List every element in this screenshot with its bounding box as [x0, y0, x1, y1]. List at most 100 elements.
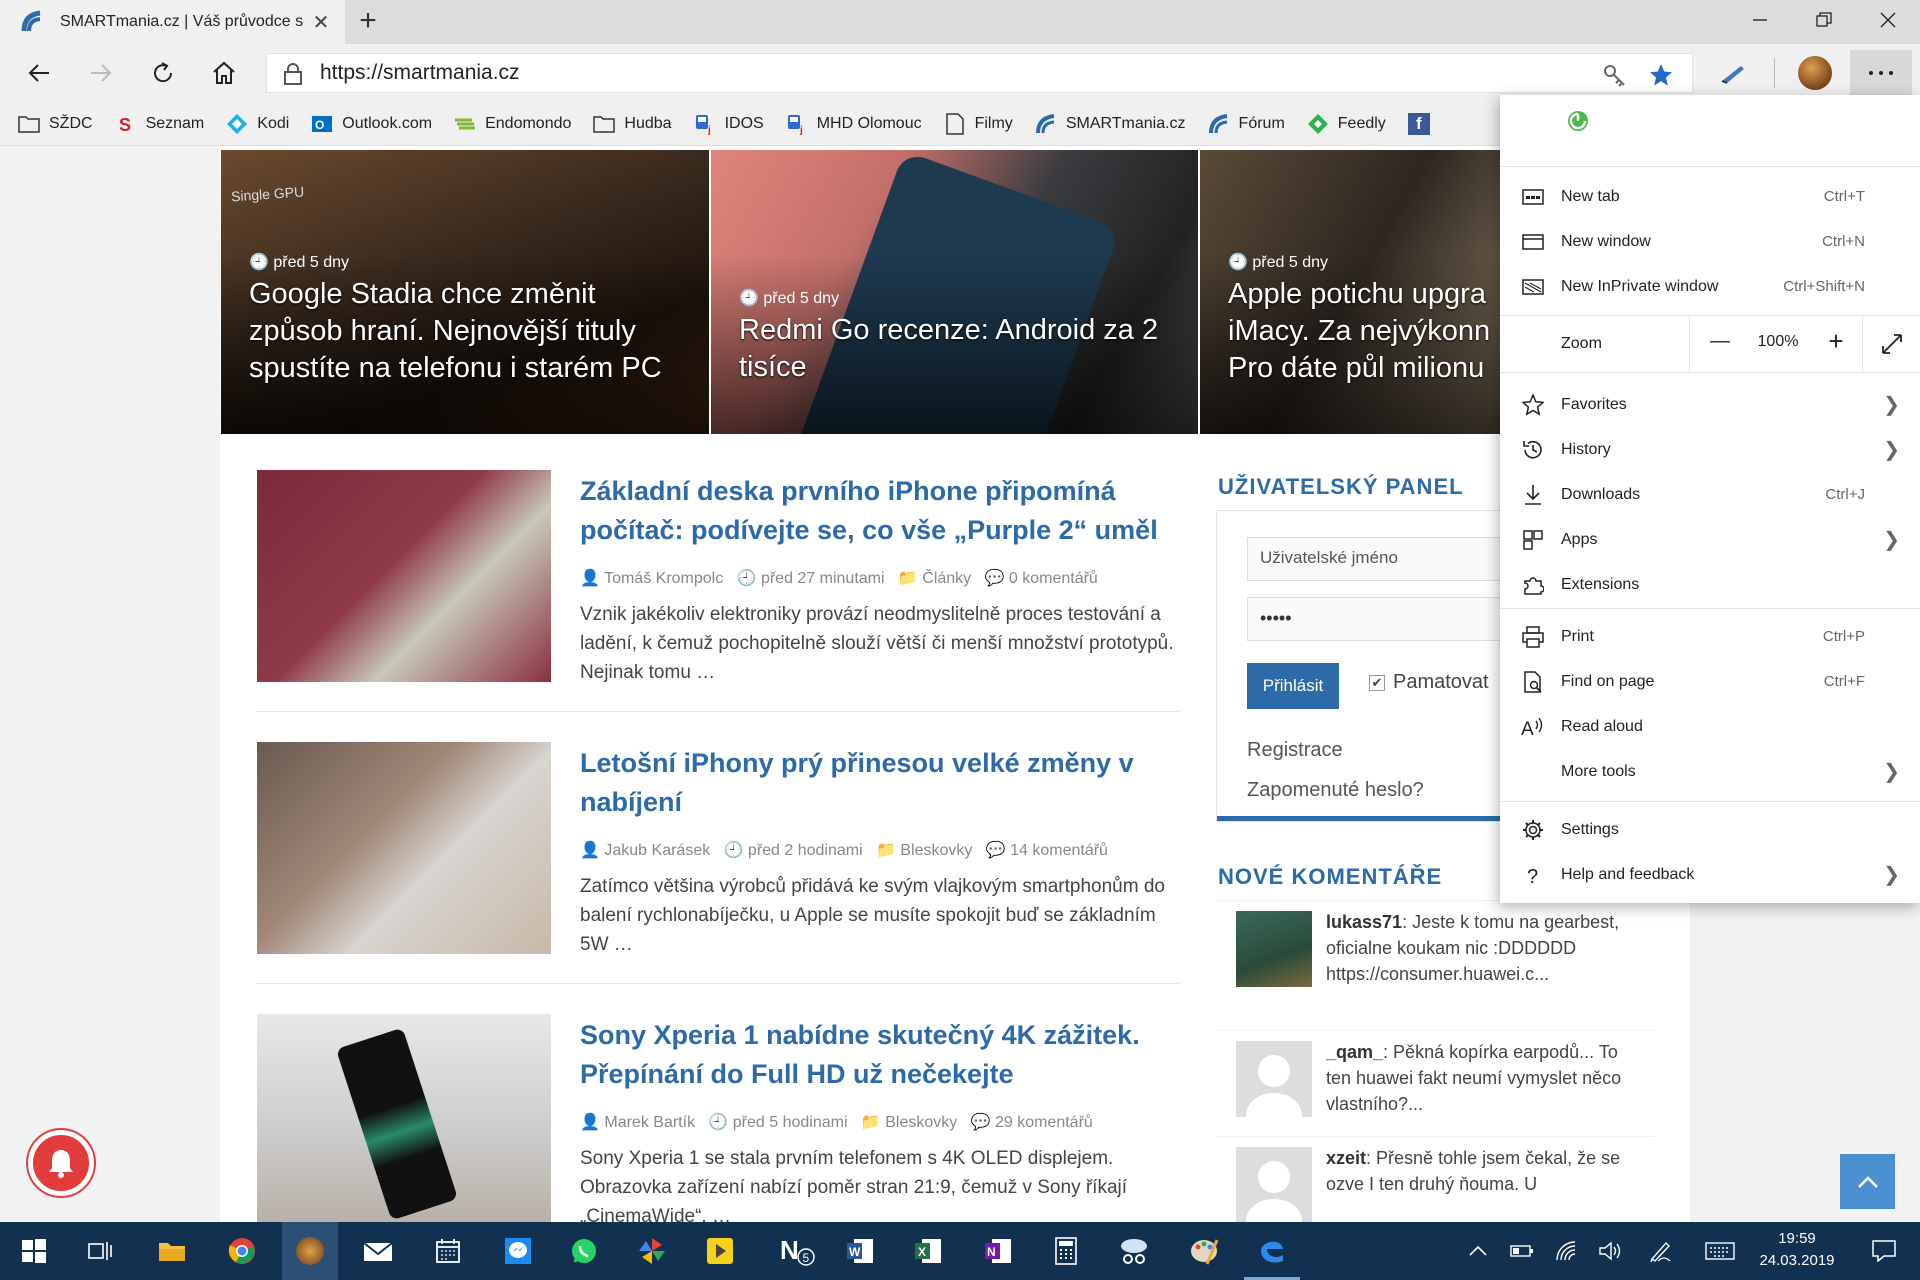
- action-center-button[interactable]: [1860, 1222, 1908, 1280]
- notification-bell-button[interactable]: [28, 1130, 94, 1196]
- task-view-button[interactable]: [72, 1222, 128, 1280]
- comment-user[interactable]: lukass71: [1326, 912, 1402, 932]
- menu-item-history[interactable]: History ❯: [1500, 427, 1920, 472]
- favorite-star-icon[interactable]: [1648, 62, 1674, 88]
- favorite-item[interactable]: SMARTmania.cz: [1035, 113, 1186, 135]
- hero-tile[interactable]: Single GPU 🕘 před 5 dny Google Stadia ch…: [221, 150, 709, 434]
- article-author[interactable]: Marek Bartík: [604, 1114, 695, 1131]
- menu-item-downloads[interactable]: Downloads Ctrl+J: [1500, 472, 1920, 517]
- hero-tile[interactable]: 🕘 před 5 dny Redmi Go recenze: Android z…: [711, 150, 1198, 434]
- menu-item-help-and-feedback[interactable]: ? Help and feedback ❯: [1500, 852, 1920, 897]
- taskbar-snipping[interactable]: [1106, 1222, 1162, 1280]
- pen-workspace-button[interactable]: [1640, 1222, 1680, 1280]
- address-bar[interactable]: https://smartmania.cz: [266, 53, 1693, 93]
- settings-and-more-button[interactable]: [1850, 50, 1912, 96]
- minimize-button[interactable]: [1730, 0, 1790, 40]
- article-category[interactable]: Články: [922, 570, 971, 587]
- volume-button[interactable]: [1590, 1222, 1630, 1280]
- menu-item-favorites[interactable]: Favorites ❯: [1500, 382, 1920, 427]
- taskbar-player[interactable]: [692, 1222, 748, 1280]
- favorite-item[interactable]: j IDOS: [694, 113, 764, 135]
- taskbar-file-explorer[interactable]: [144, 1222, 200, 1280]
- taskbar-edge[interactable]: [1244, 1222, 1300, 1280]
- favorite-item[interactable]: Endomondo: [454, 113, 571, 135]
- taskbar-excel[interactable]: X: [900, 1222, 956, 1280]
- menu-item-new-inprivate-window[interactable]: New InPrivate window Ctrl+Shift+N: [1500, 264, 1920, 309]
- pen-button[interactable]: [1712, 52, 1754, 94]
- taskbar-app-active[interactable]: [282, 1222, 338, 1280]
- article-title[interactable]: Sony Xperia 1 nabídne skutečný 4K zážite…: [580, 1016, 1180, 1094]
- favorite-item[interactable]: Fórum: [1208, 113, 1285, 135]
- article-author[interactable]: Jakub Karásek: [604, 842, 710, 859]
- comment-item[interactable]: xzeit: Přesně tohle jsem čekal, že se oz…: [1216, 1136, 1654, 1222]
- tray-overflow-button[interactable]: [1458, 1222, 1498, 1280]
- remember-checkbox-row[interactable]: ✔ Pamatovat: [1369, 671, 1489, 694]
- menu-item-print[interactable]: Print Ctrl+P: [1500, 614, 1920, 659]
- menu-item-read-aloud[interactable]: A Read aloud: [1500, 704, 1920, 749]
- key-icon[interactable]: [1602, 63, 1626, 87]
- register-link[interactable]: Registrace: [1247, 739, 1343, 762]
- start-button[interactable]: [6, 1222, 62, 1280]
- article-thumbnail[interactable]: [257, 1014, 551, 1226]
- battery-button[interactable]: [1502, 1222, 1542, 1280]
- taskbar-paint[interactable]: [1176, 1222, 1232, 1280]
- favorite-item[interactable]: Hudba: [593, 113, 672, 135]
- favorite-item[interactable]: Kodi: [226, 113, 289, 135]
- favorite-item[interactable]: Filmy: [944, 112, 1013, 135]
- taskbar-notification-app[interactable]: N5: [770, 1222, 826, 1280]
- favorite-item[interactable]: j MHD Olomouc: [786, 113, 922, 135]
- menu-item-new-window[interactable]: New window Ctrl+N: [1500, 219, 1920, 264]
- article-thumbnail[interactable]: [257, 742, 551, 954]
- touch-keyboard-button[interactable]: [1698, 1222, 1742, 1280]
- comment-item[interactable]: _qam_: Pěkná kopírka earpodů... To ten h…: [1216, 1030, 1654, 1136]
- comment-item[interactable]: lukass71: Jeste k tomu na gearbest, ofic…: [1216, 900, 1654, 1030]
- taskbar-calculator[interactable]: [1038, 1222, 1094, 1280]
- favorite-item[interactable]: S Seznam: [115, 113, 205, 135]
- browser-tab[interactable]: SMARTmania.cz | Váš průvodce s ✕: [0, 0, 345, 44]
- close-window-button[interactable]: [1858, 0, 1918, 40]
- favorite-item[interactable]: SŽDC: [18, 113, 93, 135]
- remember-checkbox[interactable]: ✔: [1369, 674, 1385, 691]
- back-button[interactable]: [18, 52, 60, 94]
- extension-icon[interactable]: [1566, 109, 1590, 133]
- home-button[interactable]: [203, 52, 245, 94]
- article-comments[interactable]: 29 komentářů: [995, 1114, 1093, 1131]
- menu-item-settings[interactable]: Settings: [1500, 807, 1920, 852]
- favorite-item[interactable]: Feedly: [1307, 113, 1386, 135]
- hero-title[interactable]: Google Stadia chce změnit způsob hraní. …: [249, 276, 689, 387]
- comment-user[interactable]: _qam_: [1326, 1042, 1383, 1062]
- menu-item-find-on-page[interactable]: Find on page Ctrl+F: [1500, 659, 1920, 704]
- taskbar-messenger[interactable]: [490, 1222, 546, 1280]
- favorite-item[interactable]: O Outlook.com: [311, 113, 432, 135]
- forgot-password-link[interactable]: Zapomenuté heslo?: [1247, 779, 1424, 802]
- login-button[interactable]: Přihlásit: [1247, 663, 1339, 709]
- article-title[interactable]: Základní deska prvního iPhone připomíná …: [580, 472, 1180, 550]
- taskbar-whatsapp[interactable]: [556, 1222, 612, 1280]
- article-category[interactable]: Bleskovky: [900, 842, 972, 859]
- menu-item-new-tab[interactable]: New tab Ctrl+T: [1500, 174, 1920, 219]
- hero-title[interactable]: Redmi Go recenze: Android za 2 tisíce: [739, 312, 1178, 386]
- menu-item-apps[interactable]: Apps ❯: [1500, 517, 1920, 562]
- clock[interactable]: 19:59 24.03.2019: [1742, 1228, 1852, 1272]
- zoom-in-button[interactable]: +: [1818, 326, 1854, 357]
- profile-button[interactable]: [1794, 52, 1836, 94]
- network-button[interactable]: [1546, 1222, 1586, 1280]
- article-comments[interactable]: 14 komentářů: [1010, 842, 1108, 859]
- fullscreen-icon[interactable]: [1880, 332, 1904, 356]
- taskbar-word[interactable]: W: [832, 1222, 888, 1280]
- facebook-favorite[interactable]: f: [1407, 112, 1439, 135]
- refresh-button[interactable]: [142, 52, 184, 94]
- tab-close-icon[interactable]: ✕: [309, 10, 333, 35]
- article-comments[interactable]: 0 komentářů: [1009, 570, 1098, 587]
- taskbar-mail[interactable]: [350, 1222, 406, 1280]
- new-tab-button[interactable]: +: [352, 6, 384, 36]
- scroll-to-top-button[interactable]: [1840, 1154, 1895, 1209]
- taskbar-calendar[interactable]: [420, 1222, 476, 1280]
- taskbar-chrome[interactable]: [214, 1222, 270, 1280]
- hero-title[interactable]: Apple potichu upgra iMacy. Za nejvýkonn …: [1228, 276, 1500, 387]
- taskbar-photos[interactable]: [624, 1222, 680, 1280]
- article-author[interactable]: Tomáš Krompolc: [604, 570, 723, 587]
- hero-tile[interactable]: 🕘 před 5 dny Apple potichu upgra iMacy. …: [1200, 150, 1500, 434]
- article-thumbnail[interactable]: [257, 470, 551, 682]
- article-category[interactable]: Bleskovky: [885, 1114, 957, 1131]
